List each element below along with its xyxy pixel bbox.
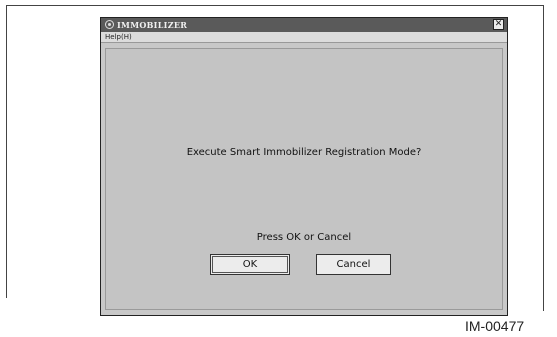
window-title: IMMOBILIZER xyxy=(117,20,188,30)
dialog-prompt: Execute Smart Immobilizer Registration M… xyxy=(186,147,422,158)
menu-item-help[interactable]: Help(H) xyxy=(105,32,132,42)
ok-button[interactable]: OK xyxy=(210,254,290,275)
close-icon: ✕ xyxy=(494,19,503,29)
dialog-content: Execute Smart Immobilizer Registration M… xyxy=(105,48,503,310)
dialog-hint: Press OK or Cancel xyxy=(256,232,352,243)
close-button[interactable]: ✕ xyxy=(493,19,504,30)
frame-edge xyxy=(543,297,544,311)
figure-id: IM-00477 xyxy=(465,318,525,334)
cancel-button[interactable]: Cancel xyxy=(316,254,391,275)
menu-bar: Help(H) xyxy=(101,32,507,43)
title-bar[interactable]: IMMOBILIZER ✕ xyxy=(101,18,507,32)
app-icon xyxy=(105,20,114,29)
immobilizer-window: IMMOBILIZER ✕ Help(H) Execute Smart Immo… xyxy=(100,17,508,316)
